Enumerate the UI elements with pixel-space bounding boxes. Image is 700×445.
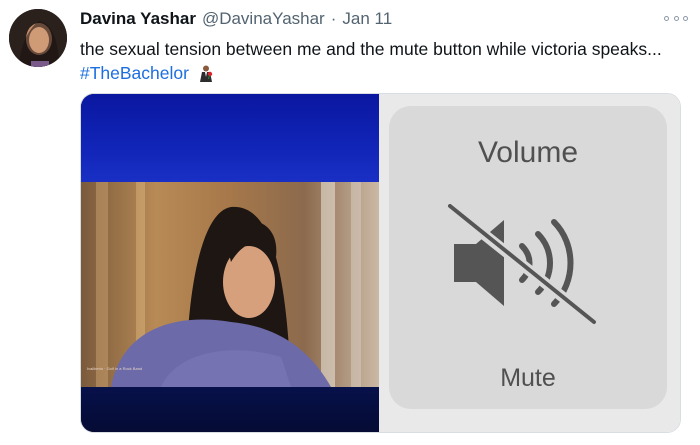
volume-hud: Volume Mute <box>389 106 667 409</box>
bachelor-rose-emoji-icon <box>197 64 215 82</box>
author-name[interactable]: Davina Yashar <box>80 9 196 29</box>
tweet-text: the sexual tension between me and the mu… <box>80 37 670 85</box>
tweet-media[interactable]: Ivaliberio · Golf in a Rock Band Volume <box>80 93 681 433</box>
tweet-header: Davina Yashar @DavinaYashar · Jan 11 <box>80 9 392 31</box>
tv-photo: Ivaliberio · Golf in a Rock Band <box>81 94 379 432</box>
more-options-icon[interactable] <box>664 10 688 26</box>
speaker-muted-icon <box>442 199 604 339</box>
avatar[interactable] <box>9 9 67 67</box>
volume-hud-status: Mute <box>500 364 556 392</box>
tv-top-bar <box>81 94 379 184</box>
tv-bottom-bezel <box>81 387 379 432</box>
author-handle[interactable]: @DavinaYashar <box>202 9 325 29</box>
tv-screen <box>81 182 379 387</box>
volume-hud-title: Volume <box>477 136 579 169</box>
header-separator: · <box>330 9 337 28</box>
tweet[interactable]: Davina Yashar @DavinaYashar · Jan 11 the… <box>0 0 700 445</box>
tweet-body: the sexual tension between me and the mu… <box>80 39 662 59</box>
tweet-date[interactable]: Jan 11 <box>342 9 392 29</box>
hashtag-link[interactable]: #TheBachelor <box>80 63 189 83</box>
tv-caption: Ivaliberio · Golf in a Rock Band <box>87 366 143 371</box>
volume-screenshot: Volume Mute <box>379 94 680 432</box>
